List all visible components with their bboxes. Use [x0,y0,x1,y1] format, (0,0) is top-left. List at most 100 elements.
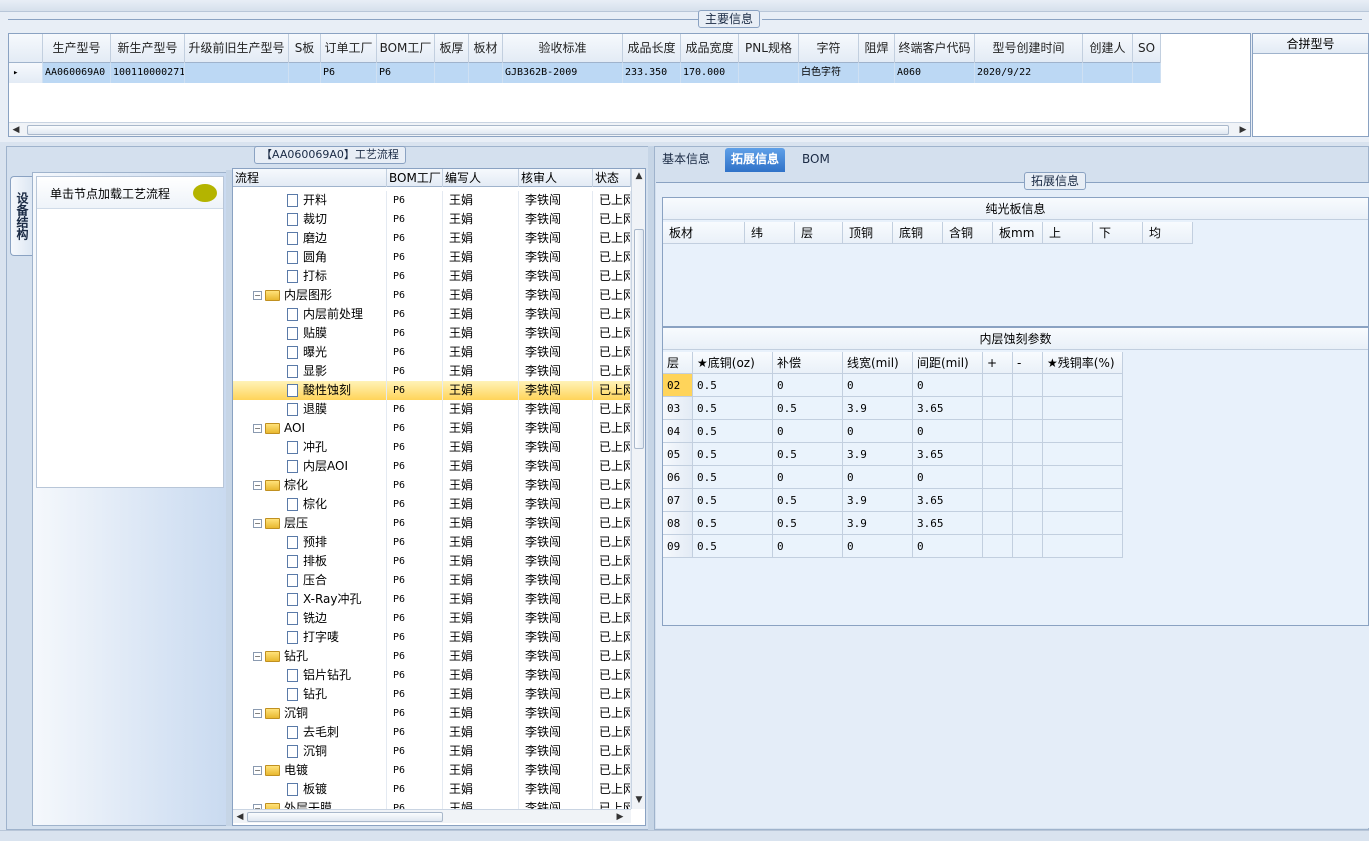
collapse-icon[interactable]: − [253,519,262,528]
tree-node[interactable]: − 内层图形 [233,286,387,305]
inner-etch-column[interactable]: 间距(mil) [913,352,983,374]
collapse-icon[interactable]: − [253,709,262,718]
bare-board-column[interactable]: 板mm [993,222,1043,244]
etch-cell[interactable]: 0.5 [773,512,843,535]
bare-board-column[interactable]: 层 [795,222,843,244]
etch-cell[interactable] [983,466,1013,489]
layer-cell[interactable]: 04 [663,420,693,443]
tree-node[interactable]: − AOI [233,419,387,438]
bare-board-grid[interactable]: 纯光板信息 板材纬层顶铜 底铜 含铜 板mm 上下均 [662,197,1369,327]
etch-cell[interactable] [1043,420,1123,443]
table-cell[interactable] [469,63,503,83]
tree-node[interactable]: 圆角 [233,248,387,267]
tree-vscroll-thumb[interactable] [634,229,644,449]
tree-column-header[interactable]: 编写人 [443,169,519,187]
layer-cell[interactable]: 02 [663,374,693,397]
inner-etch-grid[interactable]: 内层蚀刻参数 层 ★底铜(oz) 补偿 线宽(mil) 间距(mil) + - ★残铜率(%)… [662,327,1369,626]
tree-row[interactable]: 沉铜 P6王娟李铁闯已上网 [233,742,631,761]
scroll-up-icon[interactable]: ▲ [632,169,645,183]
etch-cell[interactable] [1013,512,1043,535]
tree-row[interactable]: − 沉铜 P6王娟李铁闯已上网 [233,704,631,723]
etch-cell[interactable]: 0 [913,466,983,489]
inner-etch-column[interactable]: - [1013,352,1043,374]
etch-cell[interactable] [983,512,1013,535]
etch-cell[interactable]: 0.5 [693,443,773,466]
main-info-grid[interactable]: 生产型号 新生产型号 升级前旧生产型号 S板 订单工厂 BOM工厂 板厚 板材 验收标准 成品长度… [8,33,1251,137]
tree-node[interactable]: 内层前处理 [233,305,387,324]
etch-cell[interactable]: 0.5 [693,420,773,443]
tree-row[interactable]: 去毛刺 P6王娟李铁闯已上网 [233,723,631,742]
bare-board-column[interactable]: 底铜 [893,222,943,244]
tree-node[interactable]: 预排 [233,533,387,552]
etch-cell[interactable] [983,535,1013,558]
table-cell[interactable]: A060 [895,63,975,83]
inner-etch-row[interactable]: 09 0.5 0 0 0 [663,535,1123,558]
layer-cell[interactable]: 08 [663,512,693,535]
table-cell[interactable]: 233.350 [623,63,681,83]
tree-node[interactable]: 曝光 [233,343,387,362]
etch-cell[interactable]: 0 [913,374,983,397]
layer-cell[interactable]: 05 [663,443,693,466]
table-cell[interactable] [185,63,289,83]
tree-row[interactable]: 曝光 P6王娟李铁闯已上网 [233,343,631,362]
tree-node[interactable]: X-Ray冲孔 [233,590,387,609]
column-header[interactable]: SO [1133,34,1161,63]
etch-cell[interactable] [1013,489,1043,512]
column-header[interactable]: 生产型号 [43,34,111,63]
etch-cell[interactable]: 3.65 [913,512,983,535]
tab-extended-info[interactable]: 拓展信息 [725,148,786,172]
tree-row[interactable]: 排板 P6王娟李铁闯已上网 [233,552,631,571]
table-cell[interactable]: AA060069A0 [43,63,111,83]
tab-basic-info[interactable]: 基本信息 [656,148,716,172]
tree-column-header[interactable]: 流程 [233,169,387,187]
column-header[interactable]: 创建人 [1083,34,1133,63]
column-header[interactable]: 新生产型号 [111,34,185,63]
tree-node[interactable]: 冲孔 [233,438,387,457]
etch-cell[interactable]: 0.5 [693,374,773,397]
bare-board-column[interactable]: 下 [1093,222,1143,244]
bare-board-column[interactable]: 纬 [745,222,795,244]
etch-cell[interactable] [983,374,1013,397]
scroll-down-icon[interactable]: ▼ [632,793,645,807]
bare-board-column[interactable]: 含铜 [943,222,993,244]
table-cell[interactable]: 白色字符 [799,63,859,83]
equipment-structure-tab[interactable]: 设备结构 [10,176,32,256]
tree-node[interactable]: 打字唛 [233,628,387,647]
etch-cell[interactable] [1013,535,1043,558]
etch-cell[interactable] [1043,397,1123,420]
inner-etch-column[interactable]: 线宽(mil) [843,352,913,374]
tree-node[interactable]: 铣边 [233,609,387,628]
tree-row[interactable]: 贴膜 P6王娟李铁闯已上网 [233,324,631,343]
inner-etch-row[interactable]: 03 0.5 0.5 3.9 3.65 [663,397,1123,420]
column-header[interactable]: 板材 [469,34,503,63]
tree-vscroll[interactable]: ▲ ▼ [631,169,645,809]
tree-row[interactable]: 棕化 P6王娟李铁闯已上网 [233,495,631,514]
table-cell[interactable]: P6 [321,63,377,83]
tree-column-header[interactable]: 状态 [593,169,631,187]
etch-cell[interactable]: 0 [773,535,843,558]
tree-row[interactable]: − 内层图形 P6王娟李铁闯已上网 [233,286,631,305]
etch-cell[interactable]: 0 [843,466,913,489]
etch-cell[interactable] [1043,466,1123,489]
collapse-icon[interactable]: − [253,424,262,433]
tree-node[interactable]: − 层压 [233,514,387,533]
table-cell[interactable] [859,63,895,83]
inner-etch-row[interactable]: 04 0.5 0 0 0 [663,420,1123,443]
etch-cell[interactable]: 3.65 [913,397,983,420]
etch-cell[interactable]: 0.5 [693,397,773,420]
scroll-thumb[interactable] [27,125,1229,135]
tree-row[interactable]: − AOI P6王娟李铁闯已上网 [233,419,631,438]
inner-etch-column[interactable]: 补偿 [773,352,843,374]
bare-board-column[interactable]: 顶铜 [843,222,893,244]
table-cell[interactable] [1083,63,1133,83]
etch-cell[interactable] [1043,512,1123,535]
table-cell[interactable] [1133,63,1161,83]
inner-etch-column[interactable]: 层 [663,352,693,374]
tree-scroll-right-icon[interactable]: ▶ [613,810,627,824]
tree-node[interactable]: 钻孔 [233,685,387,704]
column-header[interactable]: 升级前旧生产型号 [185,34,289,63]
tree-node[interactable]: 压合 [233,571,387,590]
tree-row[interactable]: 打标 P6王娟李铁闯已上网 [233,267,631,286]
tree-node[interactable]: 去毛刺 [233,723,387,742]
table-cell[interactable]: P6 [377,63,435,83]
